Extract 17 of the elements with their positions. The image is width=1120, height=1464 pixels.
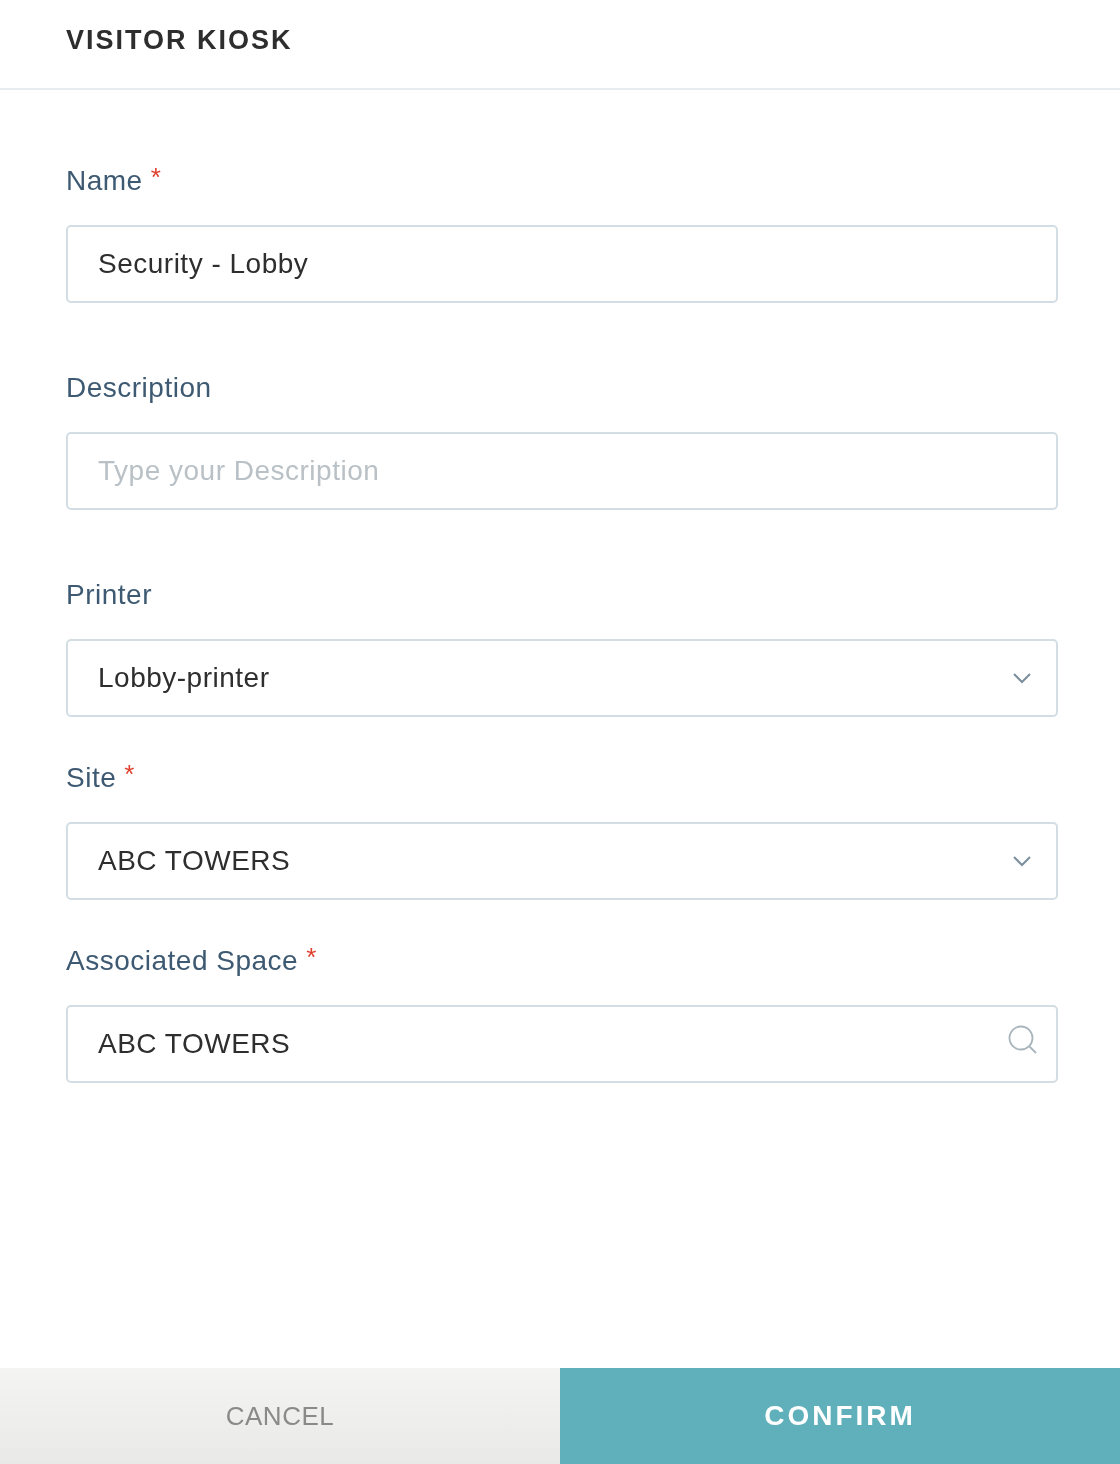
required-mark: * bbox=[150, 160, 161, 194]
dropdown-field[interactable]: Lobby-printer bbox=[66, 639, 1058, 717]
search-field[interactable]: ABC TOWERS bbox=[66, 1005, 1058, 1083]
field-label: Printer bbox=[66, 578, 152, 612]
chevron-down-icon bbox=[1012, 855, 1032, 867]
required-mark: * bbox=[124, 757, 135, 791]
field-label: Associated Space bbox=[66, 944, 299, 978]
field-label: Site bbox=[66, 761, 117, 795]
chevron-down-icon bbox=[1012, 672, 1032, 684]
dialog-title: VISITOR KIOSK bbox=[66, 23, 293, 57]
input-field[interactable]: Type your Description bbox=[66, 432, 1058, 510]
search-icon bbox=[1008, 1025, 1038, 1055]
input-field[interactable]: Security - Lobby bbox=[66, 225, 1058, 303]
required-mark: * bbox=[306, 940, 317, 974]
dropdown-field[interactable]: ABC TOWERS bbox=[66, 822, 1058, 900]
field-label: Name bbox=[66, 164, 143, 198]
field-label: Description bbox=[66, 371, 212, 405]
